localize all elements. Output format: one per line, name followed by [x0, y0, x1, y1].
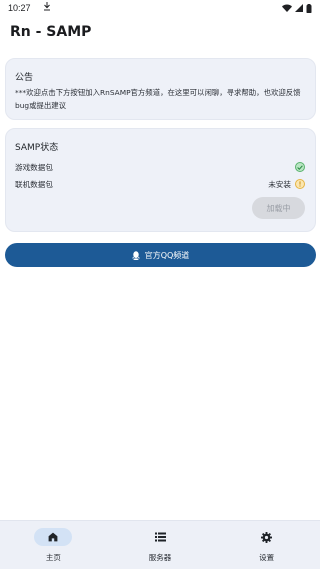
announcement-card: 公告 ***欢迎点击下方按钮加入RnSAMP官方频道，在这里可以闲聊，寻求帮助，…	[5, 58, 316, 120]
loading-button[interactable]: 加载中	[252, 197, 305, 219]
nav-item-home[interactable]: 主页	[0, 521, 107, 569]
signal-icon	[295, 4, 303, 12]
list-icon	[154, 532, 166, 542]
nav-home-label: 主页	[45, 553, 61, 562]
status-time: 10:27	[8, 3, 31, 13]
online-data-row: 联机数据包 未安装	[15, 178, 305, 190]
battery-icon	[306, 3, 312, 13]
download-icon	[43, 2, 51, 14]
nav-servers-indicator	[141, 528, 179, 546]
qq-channel-button[interactable]: 官方QQ频道	[5, 243, 316, 267]
nav-item-settings[interactable]: 设置	[213, 521, 320, 569]
warning-icon	[295, 179, 305, 189]
online-data-state: 未安装	[268, 179, 291, 189]
samp-status-title: SAMP状态	[15, 143, 59, 153]
nav-settings-indicator	[248, 528, 286, 546]
nav-settings-label: 设置	[259, 553, 275, 562]
gear-icon	[261, 531, 273, 543]
app-title: Rn - SAMP	[10, 24, 92, 40]
check-icon	[295, 162, 305, 172]
game-data-label: 游戏数据包	[15, 162, 53, 172]
home-icon	[48, 532, 58, 542]
nav-home-indicator	[34, 528, 73, 546]
samp-status-card: SAMP状态 游戏数据包 联机数据包 未安装 加载中	[5, 128, 316, 232]
game-data-row: 游戏数据包	[15, 161, 305, 173]
status-bar: 10:27	[0, 0, 320, 16]
qq-icon	[131, 250, 140, 260]
announcement-text: ***欢迎点击下方按钮加入RnSAMP官方频道，在这里可以闲聊，寻求帮助，也欢迎…	[15, 88, 301, 110]
nav-servers-label: 服务器	[148, 553, 172, 562]
online-data-label: 联机数据包	[15, 179, 53, 189]
wifi-icon	[282, 4, 292, 12]
qq-channel-label: 官方QQ频道	[144, 250, 190, 260]
bottom-nav: 主页 服务器 设置	[0, 520, 320, 569]
nav-item-servers[interactable]: 服务器	[107, 521, 214, 569]
announcement-title: 公告	[15, 73, 34, 83]
